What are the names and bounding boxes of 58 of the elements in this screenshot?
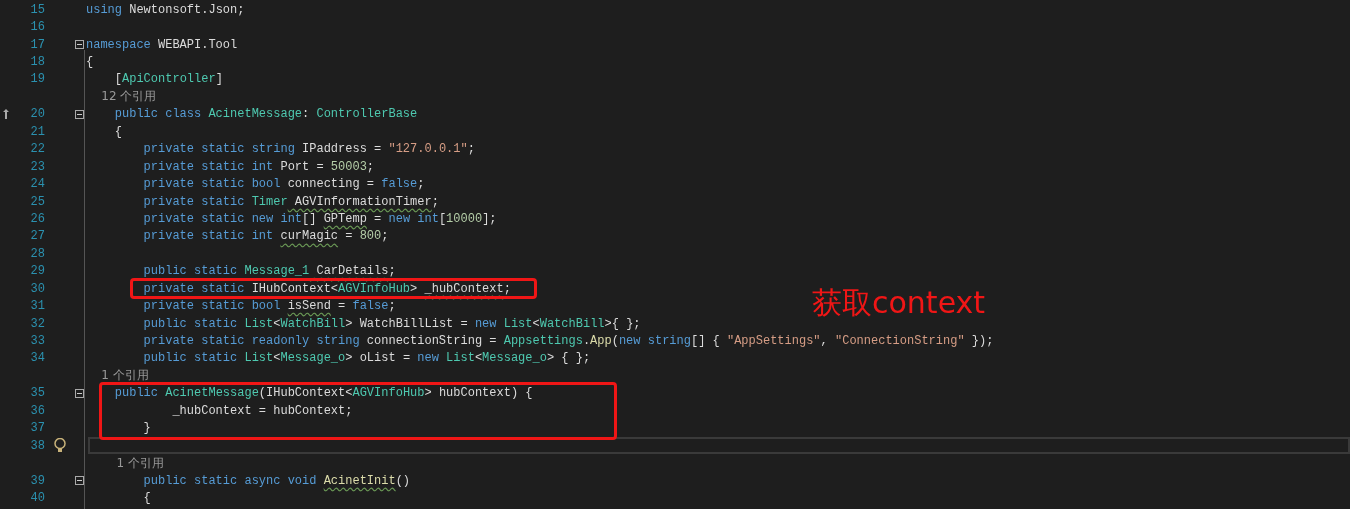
code-line: namespace WEBAPI.Tool [86,37,238,52]
code-line: public static List<WatchBill> WatchBillList = new List<WatchBill>{ }; [142,316,641,331]
code-line: private static bool isSend = false; [142,299,396,314]
line-number: 37 [30,421,45,436]
reference-count-link[interactable]: 12 个引用 [86,89,157,104]
code-line: { [142,490,151,505]
annotation-text: 获取context [812,284,986,322]
code-line: } [142,421,151,436]
line-number: 27 [30,229,45,244]
line-number: 32 [30,316,45,331]
lightbulb-icon[interactable] [54,438,66,454]
line-number: 36 [30,403,45,418]
line-number: 33 [30,334,45,349]
code-line: { [113,124,122,139]
line-number: 31 [30,299,45,314]
reference-count-link[interactable]: 1 个引用 [86,455,164,470]
line-number: 20 [30,107,45,122]
code-line: _hubContext = hubContext; [171,403,353,418]
code-line: public class AcinetMessage: ControllerBase [113,107,418,122]
code-line: private static new int[] GPTemp = new int[10000]; [142,211,497,226]
code-line: public AcinetMessage(IHubContext<AGVInfoHub> hubContext) { [113,386,533,401]
code-line: { [86,55,94,70]
code-line: private static readonly string connectionString = Appsettings.App(new string[] { "AppSettings", "ConnectionString" }); [142,334,994,349]
line-number: 15 [30,2,45,17]
line-number: 26 [30,211,45,226]
code-line: private static int Port = 50003; [142,159,375,174]
line-number: 39 [30,473,45,488]
line-number: 23 [30,159,45,174]
line-number: 25 [30,194,45,209]
code-line: private static Timer AGVInformationTimer; [142,194,439,209]
line-number: 21 [30,124,45,139]
code-line: private static int curMagic = 800; [142,229,389,244]
line-number: 34 [30,351,45,366]
collapse-icon[interactable] [75,109,84,119]
code-line: public static async void AcinetInit() [142,473,411,488]
line-number: 35 [30,386,45,401]
line-number: 38 [30,438,45,453]
line-number: 24 [30,177,45,192]
line-number: 22 [30,142,45,157]
code-line: private static string IPaddress = "127.0.0.1"; [142,142,475,157]
code-line: using Newtonsoft.Json; [86,2,245,17]
line-number: 16 [30,20,45,35]
line-number: 18 [30,55,45,70]
code-line: public static List<Message_o> oList = new List<Message_o> { }; [142,351,591,366]
line-number: 19 [30,72,45,87]
code-line: private static IHubContext<AGVInfoHub> _hubContext; [142,281,511,296]
collapse-icon[interactable] [75,388,84,398]
code-line: [ApiController] [113,72,223,87]
line-number: 40 [30,490,45,505]
line-number: 28 [30,246,45,261]
line-number: 30 [30,281,45,296]
collapse-icon[interactable] [75,475,84,485]
line-number: 29 [30,264,45,279]
code-line: private static bool connecting = false; [142,177,425,192]
collapse-icon[interactable] [75,39,84,49]
reference-count-link[interactable]: 1 个引用 [86,368,149,383]
code-line: public static Message_1 CarDetails; [142,264,396,279]
line-number: 17 [30,37,45,52]
